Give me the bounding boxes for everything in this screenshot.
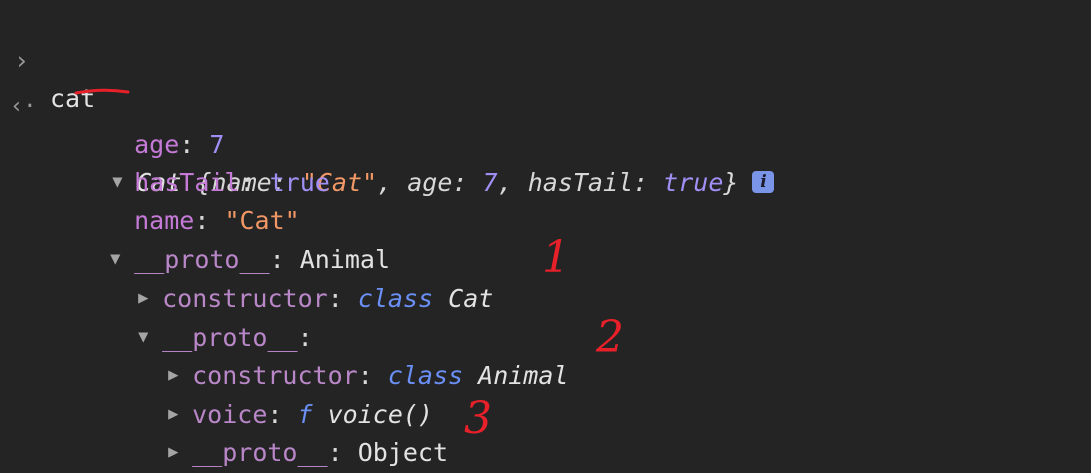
output-prompt-icon: ‹· — [10, 94, 37, 119]
info-icon[interactable]: i — [752, 171, 775, 193]
colon: : — [327, 284, 343, 313]
voice-row[interactable]: ▶ voice: f voice() — [138, 358, 433, 429]
prop-age: age: 7 — [104, 88, 224, 159]
proto-key: __proto__ — [192, 438, 328, 467]
colon: : — [327, 438, 343, 467]
constructor-cat-row[interactable]: ▶ constructor: class Cat — [108, 242, 493, 313]
comma: , — [497, 168, 513, 197]
comma: , — [377, 168, 393, 197]
colon: : — [452, 168, 468, 197]
constructor-name: Cat — [448, 284, 494, 313]
constructor-name: Animal — [478, 361, 569, 390]
proto-animal-row[interactable]: ▼ __proto__: Animal — [80, 203, 390, 274]
summary-value-age: 7 — [482, 168, 498, 197]
brace-close: } — [723, 168, 739, 197]
summary-key-age: age — [407, 168, 453, 197]
annotation-number-3: 3 — [464, 393, 492, 444]
prop-hastail: hasTail: true — [104, 126, 330, 197]
proto-object-row[interactable]: ▶ __proto__: Object — [138, 396, 448, 467]
colon: : — [633, 168, 649, 197]
class-keyword: class — [357, 284, 434, 313]
annotation-number-1: 1 — [542, 232, 570, 283]
proto-nested-row[interactable]: ▼ __proto__: — [108, 281, 313, 352]
summary-value-hastail: true — [663, 168, 724, 197]
annotation-number-2: 2 — [596, 312, 624, 363]
summary-key-hastail: hasTail — [527, 168, 634, 197]
constructor-animal-row[interactable]: ▶ constructor: class Animal — [138, 319, 568, 390]
prop-name: name: "Cat" — [104, 164, 300, 235]
proto-value: Object — [357, 438, 449, 467]
console-output-line[interactable]: ‹· ▼ Cat {name: "Cat", age: 7, hasTail: t… — [0, 50, 775, 197]
console-input-line: › cat — [0, 4, 95, 113]
